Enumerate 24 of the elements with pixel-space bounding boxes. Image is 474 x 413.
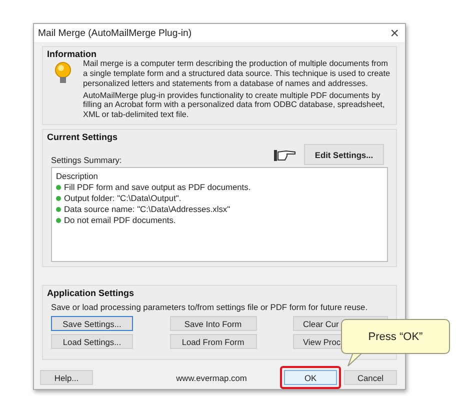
summary-item: Do not email PDF documents. — [64, 215, 176, 225]
description-text: Save or load processing parameters to/from settings file or PDF form for future reuse. — [50, 301, 369, 312]
summary-item: Output folder: "C:\Data\Output". — [64, 193, 182, 203]
info-paragraph: AutoMailMerge plug-in provides functionality to create multiple PDF documents by filling an Acrobat form with a personalized data from ODBC database, spreadsheet, XML or tab-delimited text file. — [83, 90, 386, 120]
edit-settings-button[interactable]: Edit Settings... — [304, 144, 384, 165]
dialog-button[interactable]: OK — [284, 370, 337, 385]
summary-item: Fill PDF form and save output as PDF documents. — [64, 182, 251, 192]
info-paragraph: Mail merge is a computer term describing the production of multiple documents from a single template form and a structured data source. This technique is used to create personalized letters and statements from a database of names and addresses. — [83, 59, 392, 89]
help-button[interactable]: Help... — [40, 370, 93, 385]
window-title: Mail Merge (AutoMailMerge Plug-in) — [38, 28, 192, 39]
settings-button[interactable]: Load From Form — [170, 334, 256, 349]
group-title: Application Settings — [47, 288, 136, 298]
group-title: Current Settings — [47, 132, 119, 142]
settings-button[interactable]: Save Settings... — [51, 316, 133, 331]
group-title: Information — [47, 49, 98, 60]
settings-button[interactable]: Load Settings... — [51, 334, 133, 349]
dialog-button[interactable]: Cancel — [344, 370, 397, 385]
summary-label: Settings Summary: — [51, 155, 122, 165]
settings-button[interactable]: Save Into Form — [170, 316, 256, 331]
website-link[interactable]: www.evermap.com — [126, 372, 247, 382]
pointing-hand-icon — [274, 148, 296, 162]
summary-item: Data source name: "C:\Data\Addresses.xlsx" — [64, 204, 230, 214]
close-button[interactable]: × — [390, 26, 399, 41]
list-heading: Description — [56, 171, 99, 181]
